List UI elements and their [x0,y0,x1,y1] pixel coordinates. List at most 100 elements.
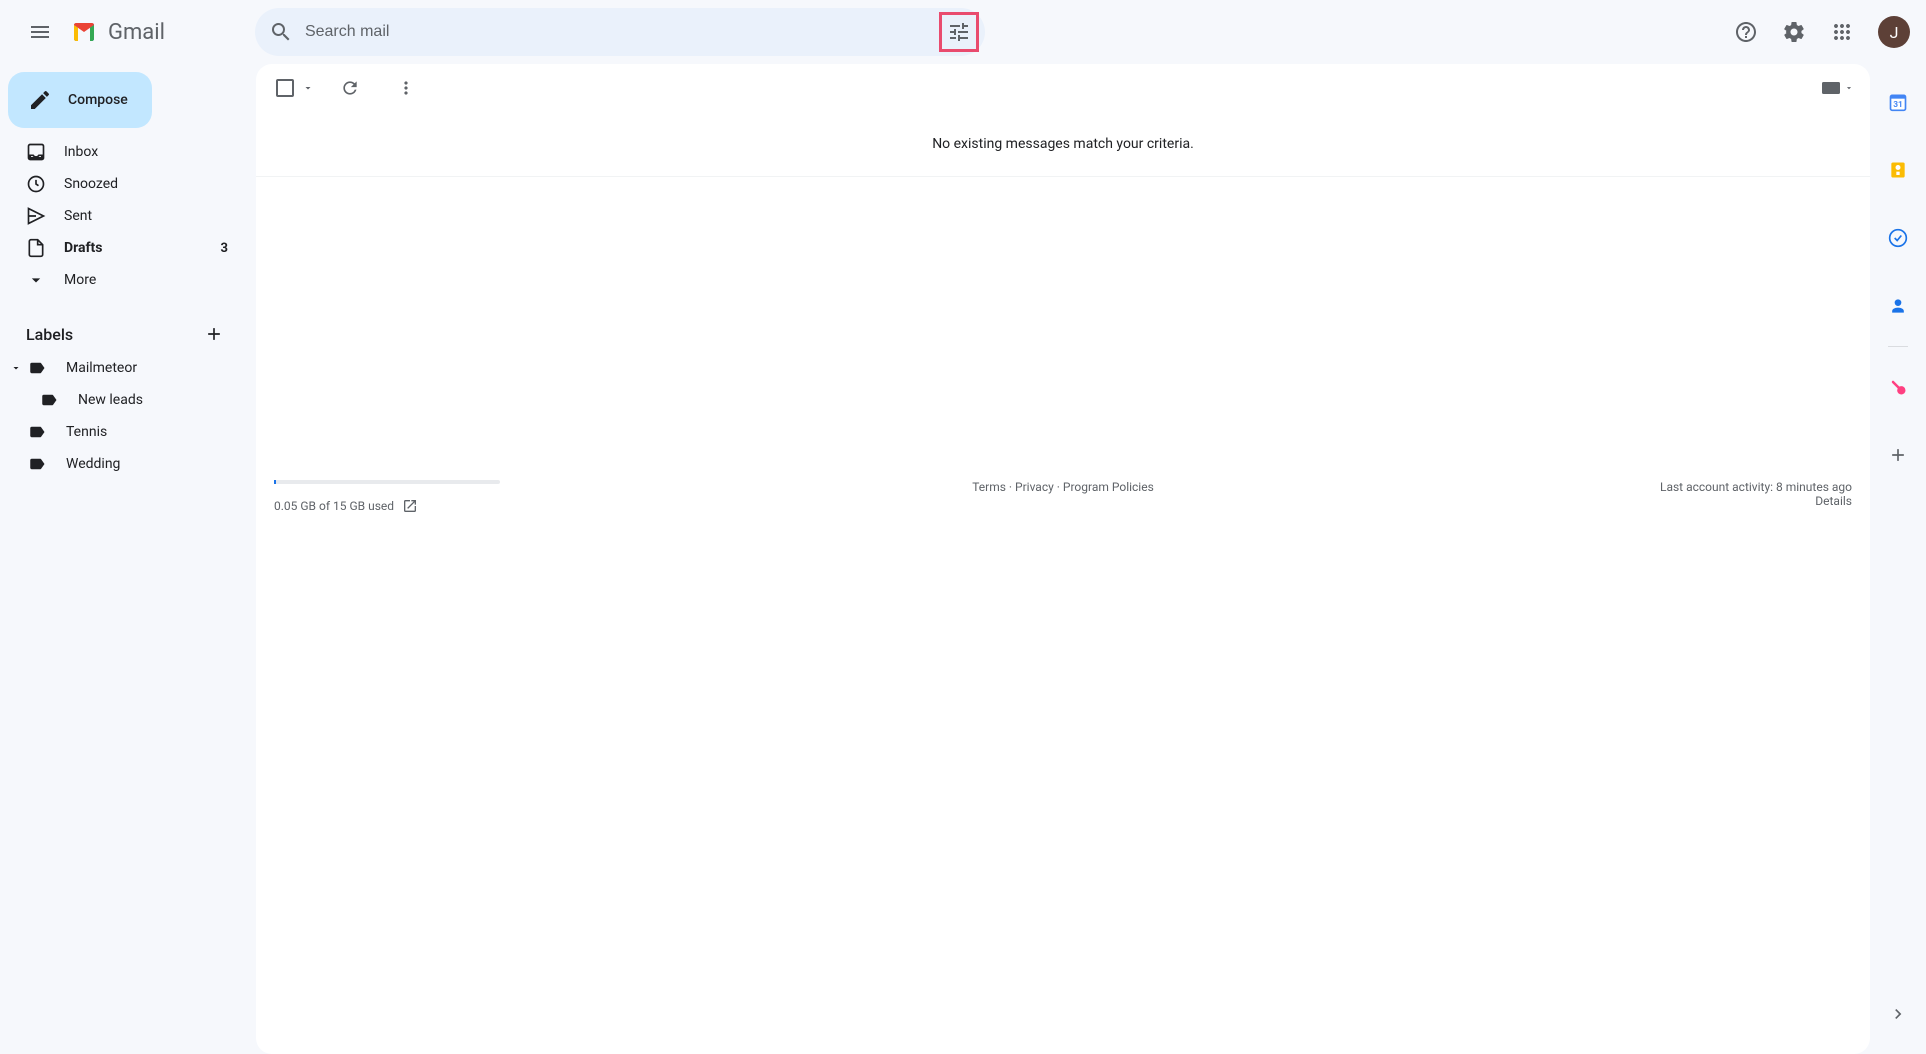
compose-label: Compose [68,92,128,108]
policies-link[interactable]: Program Policies [1063,480,1154,494]
label-icon [28,455,46,473]
label-icon [40,391,58,409]
labels-title: Labels [26,325,73,344]
header: Gmail J [0,0,1926,64]
label-name: New leads [78,392,143,408]
apps-icon [1830,20,1854,44]
labels-header: Labels [0,316,256,352]
add-label-button[interactable] [198,318,230,350]
label-name: Wedding [66,456,120,472]
sidebar-item-snoozed[interactable]: Snoozed [0,168,240,200]
chevron-down-icon [26,270,46,290]
gear-icon [1782,20,1806,44]
hamburger-icon [28,20,52,44]
storage-text: 0.05 GB of 15 GB used [274,499,394,513]
google-apps-button[interactable] [1822,12,1862,52]
account-avatar[interactable]: J [1878,16,1910,48]
mailmeteor-app[interactable] [1878,367,1918,407]
more-button[interactable] [386,68,426,108]
main-menu-button[interactable] [16,8,64,56]
header-right: J [1726,12,1910,52]
terms-link[interactable]: Terms [972,480,1006,494]
checkbox-icon [276,79,294,97]
search-button[interactable] [261,12,301,52]
keep-icon [1888,160,1908,180]
calendar-app[interactable]: 31 [1878,82,1918,122]
gmail-logo[interactable]: Gmail [68,20,165,45]
settings-button[interactable] [1774,12,1814,52]
collapse-panel-button[interactable] [1878,994,1918,1034]
calendar-icon: 31 [1888,92,1908,112]
sidebar-item-inbox[interactable]: Inbox [0,136,240,168]
label-item-mailmeteor[interactable]: Mailmeteor [0,352,240,384]
label-item-new-leads[interactable]: New leads [0,384,240,416]
labels-section: Labels Mailmeteor New leads [0,316,256,480]
storage-info: 0.05 GB of 15 GB used [274,480,800,514]
label-item-wedding[interactable]: Wedding [0,448,240,480]
input-tools-button[interactable] [1822,82,1854,94]
privacy-link[interactable]: Privacy [1015,480,1054,494]
toolbar-right [1822,82,1854,94]
mailmeteor-icon [1888,377,1908,397]
caret-down-icon [302,82,314,94]
footer-links: Terms · Privacy · Program Policies [800,480,1326,514]
label-icon [28,359,46,377]
nav-label: More [64,272,228,288]
search-bar [255,8,985,56]
gmail-text: Gmail [108,20,165,45]
toolbar-left [272,68,426,108]
main-container: Compose Inbox Snoozed Sent Drafts 3 More… [0,64,1926,1054]
caret-down-icon [10,362,22,374]
contacts-app[interactable] [1878,286,1918,326]
tune-icon [947,20,971,44]
expand-arrow[interactable] [10,362,26,374]
select-dropdown[interactable] [302,82,314,94]
chevron-right-icon [1888,1004,1908,1024]
gmail-logo-icon [68,20,100,44]
refresh-button[interactable] [330,68,370,108]
footer-activity: Last account activity: 8 minutes ago Det… [1326,480,1852,514]
sidebar: Compose Inbox Snoozed Sent Drafts 3 More… [0,64,256,1054]
contacts-icon [1888,296,1908,316]
tasks-app[interactable] [1878,218,1918,258]
plus-icon [204,324,224,344]
svg-text:31: 31 [1893,100,1903,110]
nav-label: Drafts [64,240,221,256]
storage-bar [274,480,500,484]
caret-down-icon [1844,83,1854,93]
nav-label: Snoozed [64,176,228,192]
search-icon [269,20,293,44]
sidebar-item-drafts[interactable]: Drafts 3 [0,232,240,264]
inbox-icon [26,142,46,162]
search-input[interactable] [301,23,939,41]
label-item-tennis[interactable]: Tennis [0,416,240,448]
label-name: Tennis [66,424,107,440]
support-button[interactable] [1726,12,1766,52]
tasks-icon [1888,228,1908,248]
nav-count: 3 [221,241,228,256]
label-name: Mailmeteor [66,360,137,376]
open-in-new-icon[interactable] [402,498,418,514]
compose-button[interactable]: Compose [8,72,152,128]
select-all-checkbox[interactable] [272,75,298,101]
nav-label: Sent [64,208,228,224]
send-icon [26,206,46,226]
get-addons-button[interactable] [1878,435,1918,475]
content-area: No existing messages match your criteria… [256,64,1870,1054]
clock-icon [26,174,46,194]
pencil-icon [28,88,52,112]
side-panel: 31 [1870,64,1926,1054]
empty-state-message: No existing messages match your criteria… [256,112,1870,177]
footer: 0.05 GB of 15 GB used Terms · Privacy · … [256,444,1870,534]
more-vert-icon [396,78,416,98]
keep-app[interactable] [1878,150,1918,190]
label-icon [28,423,46,441]
search-options-button[interactable] [939,12,979,52]
details-link[interactable]: Details [1815,494,1852,508]
sidebar-item-sent[interactable]: Sent [0,200,240,232]
refresh-icon [340,78,360,98]
plus-icon [1888,445,1908,465]
nav-label: Inbox [64,144,228,160]
sidebar-item-more[interactable]: More [0,264,240,296]
toolbar [256,64,1870,112]
